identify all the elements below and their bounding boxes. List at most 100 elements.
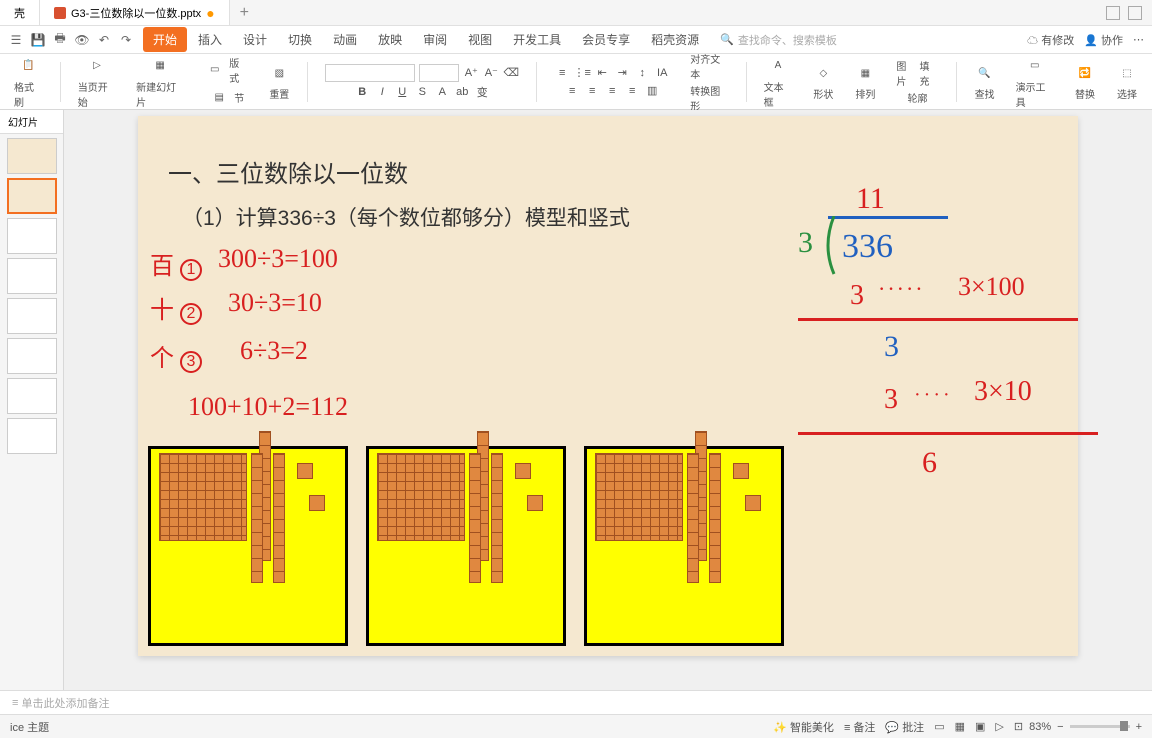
hundred-block (595, 453, 683, 541)
new-slide-group[interactable]: ▦ 新建幻灯片 (130, 53, 190, 111)
redo-icon[interactable]: ↷ (118, 32, 134, 48)
textbox-group[interactable]: A 文本框 (758, 53, 799, 111)
zoom-out-icon[interactable]: − (1057, 721, 1063, 733)
find-group[interactable]: 🔍 查找 (968, 60, 1002, 103)
select-group[interactable]: ⬚ 选择 (1110, 60, 1144, 103)
hand-sum: 100+10+2=112 (188, 392, 348, 422)
block-group-1 (148, 446, 348, 646)
slide-thumb-3[interactable] (7, 218, 57, 254)
tab-transition[interactable]: 切换 (278, 27, 322, 52)
tab-animation[interactable]: 动画 (323, 27, 367, 52)
underline-icon[interactable]: U (394, 84, 410, 100)
hand-divisor: 3 (798, 226, 813, 260)
notes-bar[interactable]: ≡ 单击此处添加备注 (0, 690, 1152, 714)
bold-icon[interactable]: B (354, 84, 370, 100)
tab-review[interactable]: 审阅 (413, 27, 457, 52)
align-justify-icon[interactable]: ≡ (624, 83, 640, 99)
italic-icon[interactable]: I (374, 84, 390, 100)
clear-format-icon[interactable]: ⌫ (503, 65, 519, 81)
effects-icon[interactable]: 变 (474, 84, 490, 100)
view-normal-icon[interactable]: ▭ (934, 720, 944, 733)
tab-insert[interactable]: 插入 (188, 27, 232, 52)
numbering-icon[interactable]: ⋮≡ (574, 65, 590, 81)
hand-r3note: 3×10 (974, 376, 1032, 408)
slide-thumb-6[interactable] (7, 338, 57, 374)
unsaved-indicator[interactable]: ☁ 有修改 (1027, 32, 1074, 48)
beautify-button[interactable]: ✨ 智能美化 (773, 719, 834, 735)
zoom-slider[interactable] (1070, 725, 1130, 728)
notes-button[interactable]: ≡ 备注 (844, 719, 875, 735)
preview-icon[interactable]: 👁 (74, 32, 90, 48)
align-left-icon[interactable]: ≡ (564, 83, 580, 99)
collab-button[interactable]: 👤 协作 (1084, 32, 1123, 48)
font-color-icon[interactable]: A (434, 84, 450, 100)
presenter-group[interactable]: ▭ 演示工具 (1010, 53, 1060, 111)
home-icon[interactable]: ☰ (8, 32, 24, 48)
new-tab-button[interactable]: + (230, 4, 259, 22)
view-slideshow-icon[interactable]: ▷ (995, 720, 1003, 733)
save-icon[interactable]: 💾 (30, 32, 46, 48)
view-sorter-icon[interactable]: ▦ (955, 720, 965, 733)
font-family-select[interactable] (325, 64, 415, 82)
reset-group[interactable]: ▧ 重置 (262, 60, 296, 103)
grow-font-icon[interactable]: A⁺ (463, 65, 479, 81)
tab-slideshow[interactable]: 放映 (368, 27, 412, 52)
strike-icon[interactable]: S (414, 84, 430, 100)
fill-btn[interactable]: 填充 (919, 58, 938, 88)
tab-member[interactable]: 会员专享 (572, 27, 640, 52)
undo-icon[interactable]: ↶ (96, 32, 112, 48)
tab-devtools[interactable]: 开发工具 (503, 27, 571, 52)
shell-tab[interactable]: 壳 (0, 0, 40, 25)
theme-label[interactable]: ice 主题 (10, 719, 49, 735)
tab-start[interactable]: 开始 (143, 27, 187, 52)
ten-block-c (687, 453, 699, 583)
slide-canvas[interactable]: 一、三位数除以一位数 （1）计算336÷3（每个数位都够分）模型和竖式 百 1 … (138, 116, 1078, 656)
columns-icon[interactable]: ▥ (644, 83, 660, 99)
outline-btn[interactable]: 轮廓 (907, 90, 927, 105)
document-tab[interactable]: G3-三位数除以一位数.pptx ● (40, 0, 230, 25)
view-reading-icon[interactable]: ▣ (975, 720, 985, 733)
select-icon: ⬚ (1116, 62, 1138, 84)
align-center-icon[interactable]: ≡ (584, 83, 600, 99)
hand-quotient: 11 (856, 182, 885, 216)
grid-icon[interactable] (1128, 6, 1142, 20)
indent-dec-icon[interactable]: ⇤ (594, 65, 610, 81)
layout-group[interactable]: ▭ 版式 ▤ 节 (198, 53, 254, 111)
shape-group[interactable]: ◇ 形状 (806, 60, 840, 103)
print-icon[interactable]: 🖶 (52, 32, 68, 48)
slide-thumb-2[interactable] (7, 178, 57, 214)
slide-thumb-5[interactable] (7, 298, 57, 334)
paste-group[interactable]: 📋 格式刷 (8, 53, 49, 111)
fit-icon[interactable]: ⊡ (1014, 720, 1023, 733)
picture-btn[interactable]: 图片 (896, 58, 915, 88)
bullets-icon[interactable]: ≡ (554, 65, 570, 81)
slide-panel[interactable]: 幻灯片 (0, 110, 64, 690)
layout-icon[interactable] (1106, 6, 1120, 20)
zoom-in-icon[interactable]: + (1136, 721, 1142, 733)
panel-tab[interactable]: 幻灯片 (0, 110, 63, 134)
comments-button[interactable]: 💬 批注 (885, 719, 924, 735)
text-direction-icon[interactable]: IA (654, 65, 670, 81)
slide-thumb-1[interactable] (7, 138, 57, 174)
workspace: 幻灯片 一、三位数除以一位数 （1）计算336÷3（每个数位都够分）模型和竖式 … (0, 110, 1152, 690)
slide-thumb-8[interactable] (7, 418, 57, 454)
zoom-control[interactable]: ⊡ 83% − + (1014, 720, 1142, 733)
tab-view[interactable]: 视图 (458, 27, 502, 52)
line-spacing-icon[interactable]: ↕ (634, 65, 650, 81)
indent-inc-icon[interactable]: ⇥ (614, 65, 630, 81)
play-group[interactable]: ▷ 当页开始 (72, 53, 122, 111)
arrange-group[interactable]: ▦ 排列 (848, 60, 882, 103)
tab-design[interactable]: 设计 (233, 27, 277, 52)
align-right-icon[interactable]: ≡ (604, 83, 620, 99)
dots2: ···· (914, 384, 953, 407)
more-icon[interactable]: ⋯ (1133, 33, 1144, 46)
highlight-icon[interactable]: ab (454, 84, 470, 100)
slide-thumb-7[interactable] (7, 378, 57, 414)
replace-group[interactable]: 🔁 替换 (1068, 60, 1102, 103)
shrink-font-icon[interactable]: A⁻ (483, 65, 499, 81)
align-text-group[interactable]: 对齐文本 转换图形 (684, 49, 734, 115)
slide-thumb-4[interactable] (7, 258, 57, 294)
command-search[interactable]: 🔍 查找命令、搜索模板 (720, 32, 837, 48)
canvas-area[interactable]: 一、三位数除以一位数 （1）计算336÷3（每个数位都够分）模型和竖式 百 1 … (64, 110, 1152, 690)
font-size-select[interactable] (419, 64, 459, 82)
